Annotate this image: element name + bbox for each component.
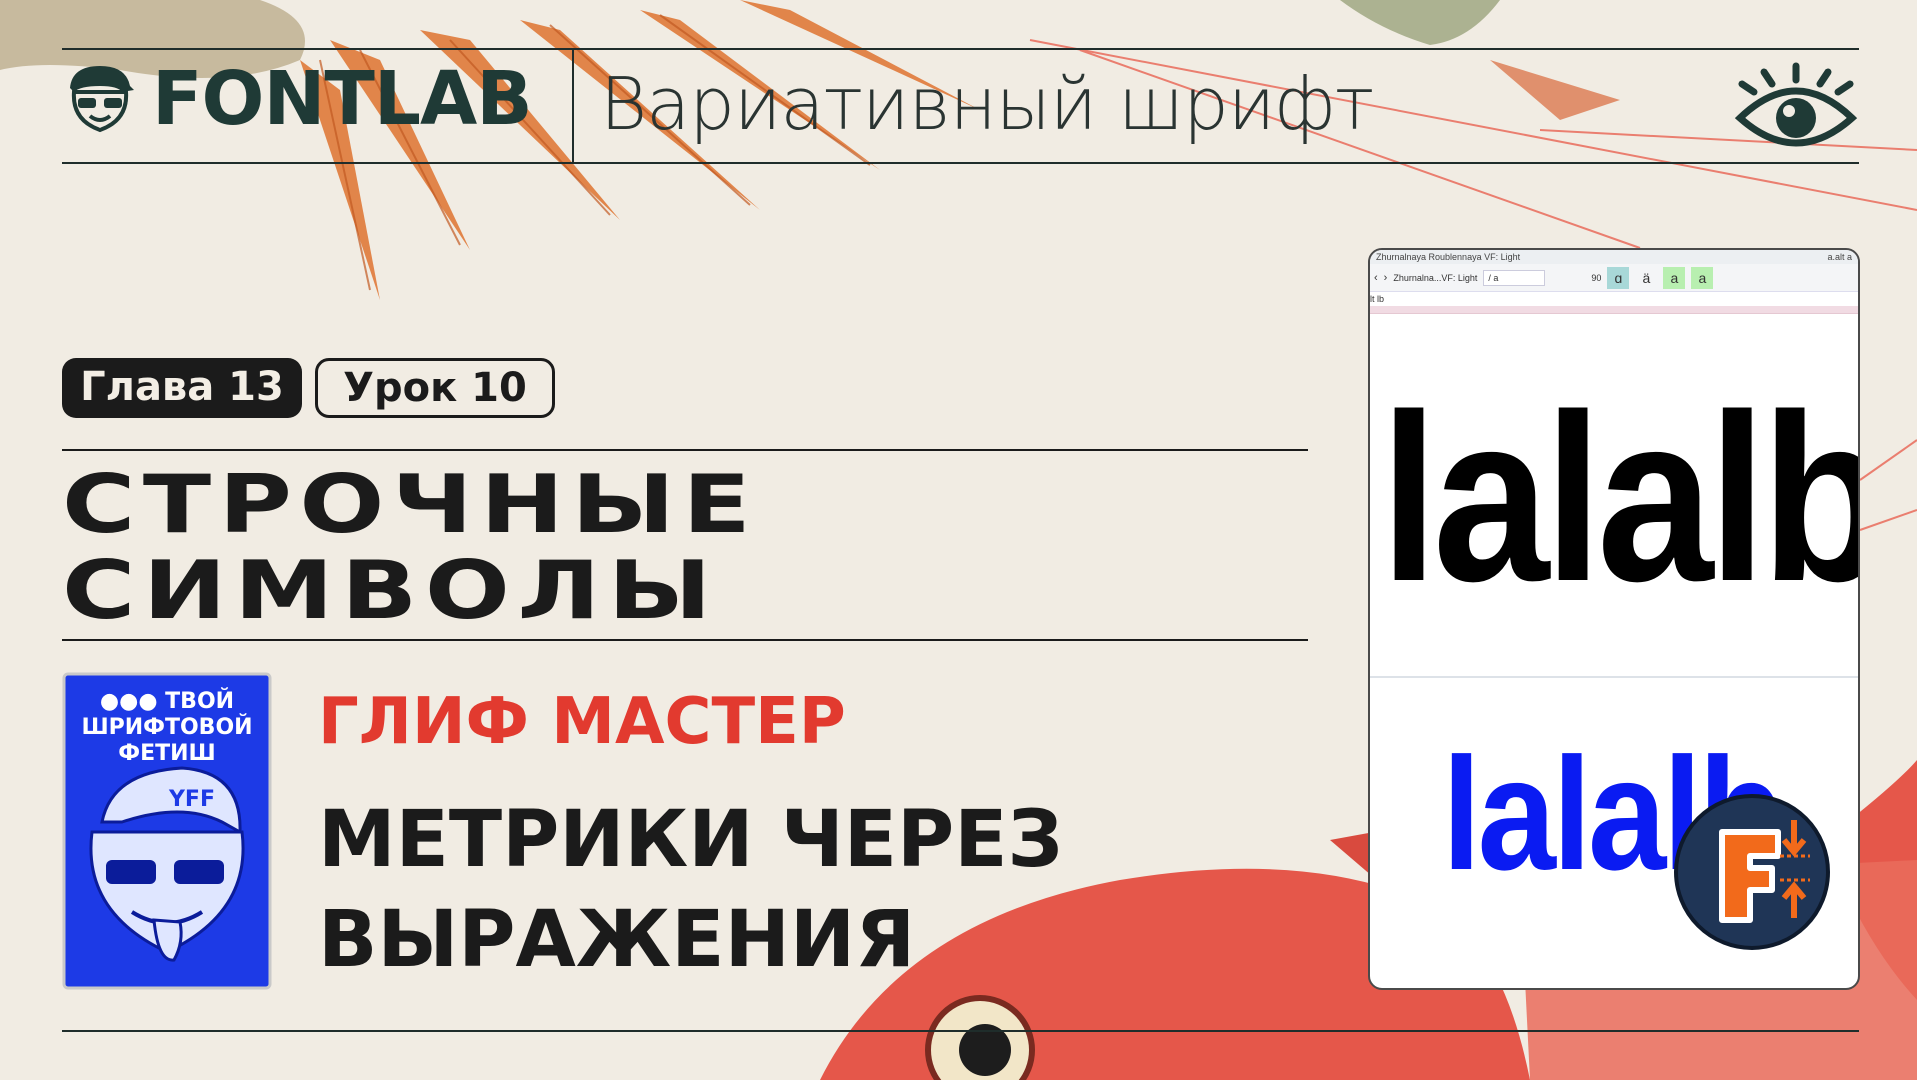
sticker-line1: ●●● ТВОЙ xyxy=(100,688,234,714)
header-divider xyxy=(572,50,574,162)
glyph-tile-2[interactable]: ä xyxy=(1635,267,1657,289)
brand-logo: FONTLAB xyxy=(152,56,533,142)
window-glyph-title: a.alt a xyxy=(1827,252,1852,262)
header-bottom-rule xyxy=(62,162,1859,164)
glyph-tile-3[interactable]: a xyxy=(1663,266,1686,289)
sticker-line3: ФЕТИШ xyxy=(118,741,215,766)
font-fetish-sticker: ●●● ТВОЙ ШРИФТОВОЙ ФЕТИШ YFF xyxy=(62,672,272,990)
mascot-logo-icon xyxy=(70,66,134,133)
glyph-tile-4[interactable]: a xyxy=(1691,266,1714,289)
window-text-line[interactable]: lt lb xyxy=(1370,292,1858,306)
glyph-preview-panel: lalalb xyxy=(1370,322,1858,678)
section-top-rule xyxy=(62,449,1308,451)
toolbar-value: 90 xyxy=(1591,272,1602,283)
section-title-line1: СТРОЧНЫЕ xyxy=(62,458,759,551)
glyph-tile-1[interactable]: ɑ xyxy=(1607,266,1630,289)
toolbar-font-name[interactable]: Zhurnalna...VF: Light xyxy=(1393,273,1477,283)
chapter-badge: Глава 13 xyxy=(62,358,302,418)
header-top-rule xyxy=(62,48,1859,50)
back-arrow-icon[interactable]: ‹ xyxy=(1374,272,1378,284)
sticker-line2: ШРИФТОВОЙ xyxy=(81,714,252,740)
toolbar-glyph-field[interactable]: / a xyxy=(1483,269,1546,286)
section-title-line2: СИМВОЛЫ xyxy=(62,544,719,637)
lesson-title: МЕТРИКИ ЧЕРЕЗ ВЫРАЖЕНИЯ xyxy=(318,790,1118,990)
window-metrics-bar xyxy=(1370,306,1858,314)
lesson-badge: Урок 10 xyxy=(315,358,555,418)
eye-icon xyxy=(1734,62,1858,147)
footer-rule xyxy=(62,1030,1859,1032)
canvas: FONTLAB Вариативный шрифт Глава 13 Урок … xyxy=(0,0,1917,1080)
fontlab-app-icon xyxy=(1674,794,1830,950)
lesson-title-line1: МЕТРИКИ ЧЕРЕЗ xyxy=(318,795,1063,885)
window-toolbar: ‹ › Zhurnalna...VF: Light / a 90 ɑ ä a a xyxy=(1370,264,1858,292)
sticker-cap-text: YFF xyxy=(168,787,215,812)
course-name: ГЛИФ МАСТЕР xyxy=(318,685,846,759)
series-title: Вариативный шрифт xyxy=(600,62,1374,146)
forward-arrow-icon[interactable]: › xyxy=(1384,272,1388,284)
glyph-preview-text: lalalb xyxy=(1380,366,1858,631)
window-titlebar: Zhurnalnaya Roublennaya VF: Light a.alt … xyxy=(1370,250,1858,264)
lesson-title-line2: ВЫРАЖЕНИЯ xyxy=(318,895,916,985)
section-bottom-rule xyxy=(62,639,1308,641)
window-title: Zhurnalnaya Roublennaya VF: Light xyxy=(1376,252,1521,262)
section-title: СТРОЧНЫЕ СИМВОЛЫ xyxy=(62,462,1312,634)
